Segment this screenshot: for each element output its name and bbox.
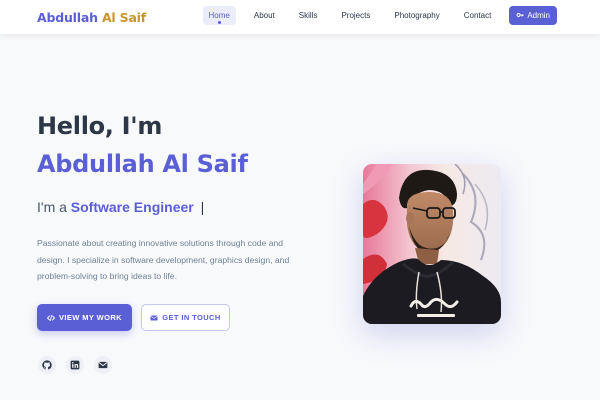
brand-last-name: Al Saif [101,9,147,25]
hero-greeting: Hello, I'm [37,112,163,140]
linkedin-link[interactable] [66,356,84,374]
nav-item-skills[interactable]: Skills [293,6,324,25]
nav-item-contact[interactable]: Contact [458,6,498,25]
code-icon [47,314,55,321]
github-link[interactable] [38,356,56,374]
email-link[interactable] [94,356,112,374]
brand-logo[interactable]: Abdullah Al Saif [37,10,146,25]
profile-photo-illustration [363,164,501,324]
profile-photo [363,164,501,324]
nav-item-label: Projects [341,10,371,20]
role-prefix: I'm a [37,199,67,215]
admin-button[interactable]: Admin [509,5,557,25]
active-indicator [217,20,221,24]
envelope-icon [98,361,108,369]
nav-item-label: Skills [298,10,318,20]
nav-item-projects[interactable]: Projects [335,6,376,25]
envelope-icon [150,315,158,320]
nav-item-label: About [253,10,275,20]
github-icon [42,360,52,370]
get-in-touch-label: GET IN TOUCH [162,313,221,322]
typing-cursor: | [200,199,205,215]
hero-description: Passionate about creating innovative sol… [37,238,290,281]
nav-item-about[interactable]: About [248,6,281,25]
key-icon [516,13,524,17]
nav-item-label: Home [208,10,230,20]
nav-item-photography[interactable]: Photography [388,6,445,25]
admin-label: Admin [527,10,550,20]
get-in-touch-button[interactable]: GET IN TOUCH [141,304,230,331]
view-my-work-button[interactable]: VIEW MY WORK [37,304,132,331]
role-title: Software Engineer [70,199,194,215]
linkedin-icon [70,360,80,370]
view-my-work-label: VIEW MY WORK [59,313,122,322]
nav-item-home[interactable]: Home [202,5,236,25]
hero-name: Abdullah Al Saif [37,150,248,178]
hero-role: I'm a Software Engineer | [37,199,204,215]
brand-first-name: Abdullah [37,9,98,25]
navbar: Abdullah Al Saif Home About Skills Proje… [0,0,600,34]
nav-links: Home About Skills Projects Photography C… [202,5,557,25]
nav-item-label: Photography [394,10,440,20]
nav-item-label: Contact [463,10,492,20]
